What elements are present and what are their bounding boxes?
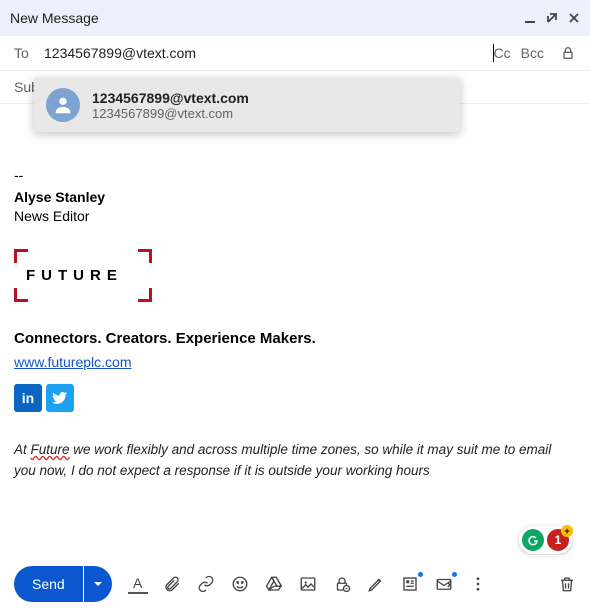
notification-badge[interactable]: 1 + (547, 529, 569, 551)
header-window-controls (524, 12, 580, 24)
emoji-icon[interactable] (230, 574, 250, 594)
to-input[interactable]: 1234567899@vtext.com (44, 45, 493, 61)
send-split-button: Send (14, 566, 112, 602)
send-options-button[interactable] (84, 566, 112, 602)
template-icon[interactable] (400, 574, 420, 594)
plus-icon: + (561, 525, 573, 537)
bcc-button[interactable]: Bcc (521, 45, 544, 61)
extension-badges: 1 + (519, 526, 572, 554)
grammarly-badge[interactable] (522, 529, 544, 551)
minimize-icon[interactable] (524, 12, 536, 24)
autocomplete-sub: 1234567899@vtext.com (92, 106, 249, 121)
signature-note: At Future we work flexibly and across mu… (14, 440, 576, 481)
popout-icon[interactable] (546, 12, 558, 24)
followup-icon[interactable] (434, 574, 454, 594)
logo-corner (138, 249, 152, 263)
autocomplete-item[interactable]: 1234567899@vtext.com 1234567899@vtext.co… (34, 78, 460, 132)
lock-icon[interactable] (560, 45, 576, 61)
attachment-icon[interactable] (162, 574, 182, 594)
signature-link[interactable]: www.futureplc.com (14, 353, 131, 373)
social-icons: in (14, 384, 576, 412)
signature-separator: -- (14, 166, 576, 186)
recipient-autocomplete: 1234567899@vtext.com 1234567899@vtext.co… (34, 78, 460, 132)
discard-icon[interactable] (558, 575, 576, 593)
twitter-icon[interactable] (46, 384, 74, 412)
autocomplete-text: 1234567899@vtext.com 1234567899@vtext.co… (92, 90, 249, 121)
compose-title: New Message (10, 10, 524, 26)
drive-icon[interactable] (264, 574, 284, 594)
more-options-icon[interactable] (468, 574, 488, 594)
to-row: To 1234567899@vtext.com Cc Bcc (0, 36, 590, 71)
blue-dot-indicator (452, 572, 457, 577)
close-icon[interactable] (568, 12, 580, 24)
signature-tagline: Connectors. Creators. Experience Makers. (14, 328, 576, 349)
link-icon[interactable] (196, 574, 216, 594)
compose-toolbar: Send A (0, 555, 590, 612)
logo-corner (138, 288, 152, 302)
cc-button[interactable]: Cc (494, 45, 511, 61)
pen-icon[interactable] (366, 574, 386, 594)
image-icon[interactable] (298, 574, 318, 594)
compose-header: New Message (0, 0, 590, 36)
compose-body[interactable]: -- Alyse Stanley News Editor FUTURE Conn… (0, 104, 590, 481)
send-button[interactable]: Send (14, 566, 83, 602)
blue-dot-indicator (418, 572, 423, 577)
signature-role: News Editor (14, 207, 576, 227)
signature-name: Alyse Stanley (14, 188, 576, 208)
logo-corner (14, 249, 28, 263)
badge-count: 1 (555, 533, 562, 547)
logo-corner (14, 288, 28, 302)
to-input-wrap[interactable]: 1234567899@vtext.com (44, 44, 494, 62)
autocomplete-main: 1234567899@vtext.com (92, 90, 249, 106)
formatting-icon[interactable]: A (128, 574, 148, 594)
to-label: To (14, 45, 44, 61)
logo-text: FUTURE (14, 263, 576, 288)
future-logo: FUTURE (14, 249, 576, 302)
avatar-icon (46, 88, 80, 122)
spellcheck-word: Future (31, 442, 70, 457)
format-toolbar: A (128, 574, 488, 594)
confidential-icon[interactable] (332, 574, 352, 594)
linkedin-icon[interactable]: in (14, 384, 42, 412)
